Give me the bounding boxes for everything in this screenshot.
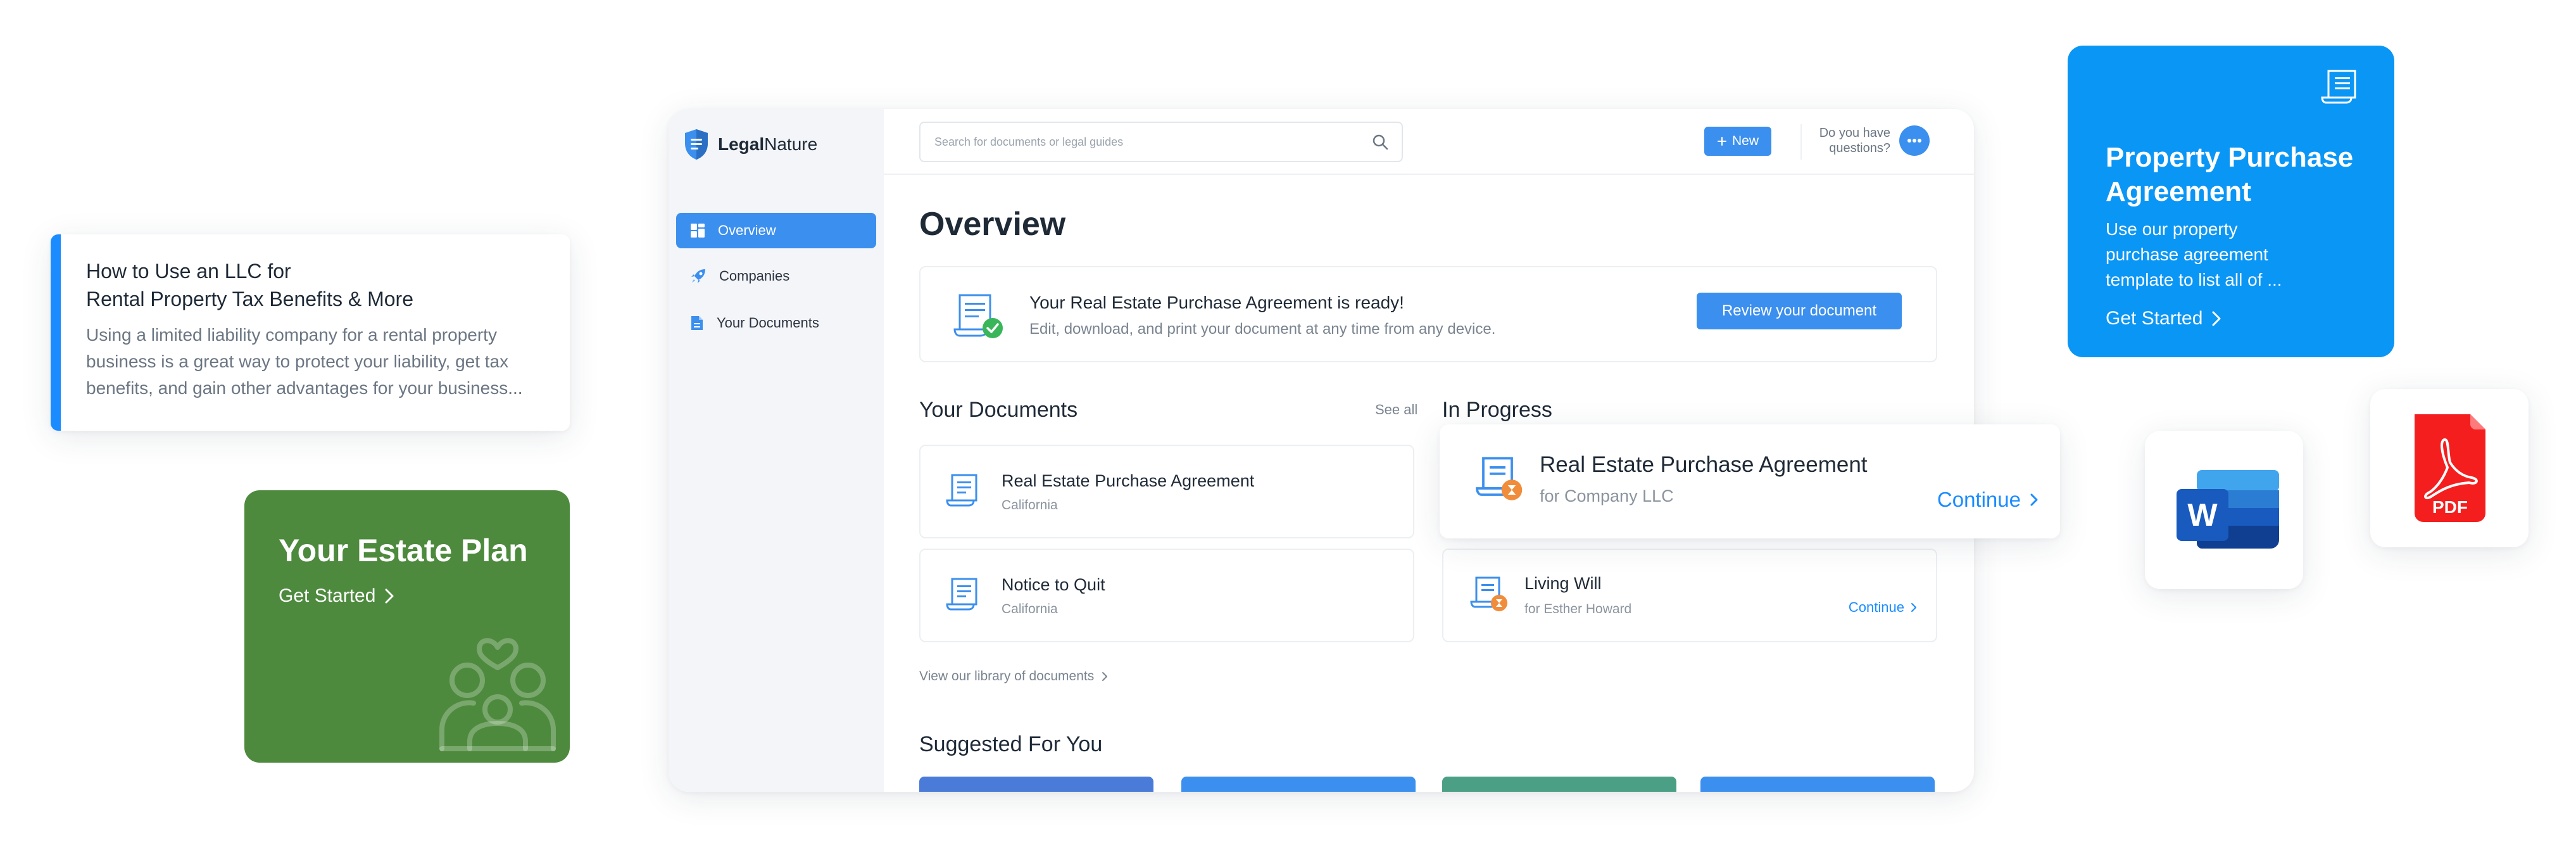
new-document-button[interactable]: New [1704,127,1771,156]
property-purchase-title: Property Purchase Agreement [2106,142,2354,207]
sidebar-item-label: Your Documents [717,315,819,331]
pdf-label: PDF [2432,497,2468,517]
new-button-label: New [1731,134,1759,148]
topbar: New Do you have questions? [884,109,1974,175]
ready-banner-title: Your Real Estate Purchase Agreement is r… [1029,293,1404,312]
estate-plan-get-started-link[interactable]: Get Started [279,585,394,607]
rocket-icon [691,269,705,283]
search-input[interactable] [934,123,1365,161]
document-state: California [1002,498,1058,512]
suggested-heading: Suggested For You [919,732,1103,756]
chevron-right-icon [385,588,394,604]
plus-icon [1717,137,1726,146]
review-document-button[interactable]: Review your document [1697,293,1902,329]
sidebar-item-label: Companies [719,268,790,284]
document-row[interactable]: Notice to Quit California [919,549,1414,642]
family-heart-icon [439,638,556,751]
in-progress-subtitle: for Company LLC [1540,486,1674,505]
sidebar: LegalNature Overview Companies Your Docu… [669,109,884,792]
questions-line1: Do you have [1819,126,1890,140]
microsoft-word-icon: W [2177,470,2279,549]
in-progress-subtitle: for Esther Howard [1524,602,1632,616]
article-card-title[interactable]: How to Use an LLC for Rental Property Ta… [86,257,555,313]
ready-banner-subtitle: Edit, download, and print your document … [1029,321,1496,338]
document-in-progress-icon [1476,457,1523,500]
chevron-right-icon [1102,672,1108,681]
your-documents-heading: Your Documents [919,398,1078,422]
document-icon [691,316,703,330]
view-library-link[interactable]: View our library of documents [919,669,1108,684]
pdf-icon: PDF [2415,414,2485,522]
continue-label: Continue [1937,488,2021,511]
dashboard-grid-icon [691,224,705,238]
chat-dots-icon [1907,139,1921,143]
suggested-card[interactable] [1700,777,1935,792]
estate-plan-cta-label: Get Started [279,585,376,606]
document-title: Notice to Quit [1002,575,1105,594]
continue-link[interactable]: Continue [1849,599,1917,616]
document-in-progress-icon [1470,576,1507,611]
article-card-accent [51,234,61,431]
document-scroll-icon [946,474,977,507]
in-progress-row[interactable]: Living Will for Esther Howard Continue [1442,549,1937,642]
article-card-excerpt: Using a limited liability company for a … [86,325,523,398]
property-purchase-get-started-link[interactable]: Get Started [2106,308,2221,329]
search-box[interactable] [919,122,1403,162]
see-all-link[interactable]: See all [1375,402,1417,418]
chevron-right-icon [2030,493,2038,506]
property-purchase-cta-label: Get Started [2106,308,2203,329]
library-link-label: View our library of documents [919,669,1095,683]
continue-link[interactable]: Continue [1937,488,2039,512]
document-state: California [1002,602,1058,616]
in-progress-title: Real Estate Purchase Agreement [1540,452,1868,477]
legalnature-logo[interactable]: LegalNature [682,128,817,161]
in-progress-heading: In Progress [1442,398,1552,422]
in-progress-row-featured[interactable]: Real Estate Purchase Agreement for Compa… [1440,424,2060,538]
questions-line2: questions? [1829,141,1890,155]
document-ready-banner: Your Real Estate Purchase Agreement is r… [919,266,1937,362]
estate-plan-card[interactable]: Your Estate Plan Get Started [244,490,570,763]
topbar-divider [1800,124,1802,160]
estate-plan-title: Your Estate Plan [279,533,528,568]
article-card-llc[interactable]: How to Use an LLC for Rental Property Ta… [51,234,570,431]
continue-label: Continue [1848,599,1904,615]
document-scroll-icon [2321,70,2356,104]
shield-logo-icon [685,129,708,160]
search-icon[interactable] [1371,133,1389,151]
chevron-right-icon [1911,603,1916,612]
word-file-tile[interactable]: W [2145,431,2303,589]
property-purchase-description: Use our property purchase agreement temp… [2106,219,2282,289]
chevron-right-icon [2212,311,2221,326]
suggested-card[interactable] [1181,777,1416,792]
questions-text: Do you have questions? [1814,125,1890,156]
document-ready-icon [953,294,1003,338]
page-title: Overview [919,206,1066,243]
article-title-line1: How to Use an LLC for [86,260,291,283]
sidebar-item-companies[interactable]: Companies [676,258,876,294]
article-title-line2: Rental Property Tax Benefits & More [86,288,413,310]
logo-wordmark: LegalNature [718,134,818,154]
sidebar-item-label: Overview [718,222,776,238]
sidebar-item-overview[interactable]: Overview [676,213,876,248]
sidebar-item-your-documents[interactable]: Your Documents [676,305,876,341]
document-scroll-icon [946,578,977,611]
property-purchase-card[interactable]: Property Purchase Agreement Use our prop… [2068,46,2394,357]
pdf-file-tile[interactable]: PDF [2370,389,2529,547]
in-progress-title: Living Will [1524,574,1602,593]
document-row[interactable]: Real Estate Purchase Agreement Californi… [919,445,1414,538]
suggested-card[interactable] [919,777,1153,792]
chat-button[interactable] [1899,125,1930,156]
word-letter: W [2187,497,2218,533]
document-title: Real Estate Purchase Agreement [1002,471,1255,490]
suggested-card[interactable] [1442,777,1676,792]
